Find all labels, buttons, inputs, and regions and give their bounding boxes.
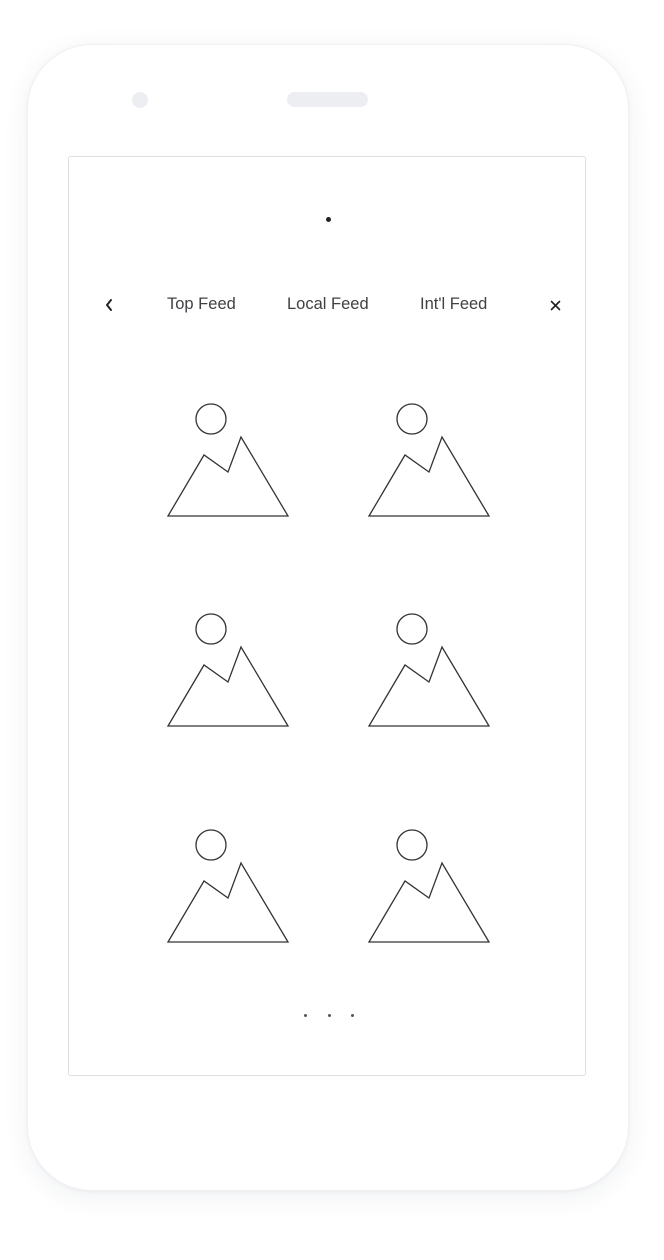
image-placeholder-icon	[166, 613, 290, 727]
image-placeholder-icon	[367, 403, 491, 517]
chevron-left-icon	[106, 299, 112, 311]
tab-local-feed[interactable]: Local Feed	[287, 293, 369, 315]
camera-dot	[132, 92, 148, 108]
pager-dot	[327, 1013, 331, 1017]
pager-dot	[304, 1013, 307, 1017]
phone-frame: Top Feed Local Feed Int'l Feed	[28, 45, 628, 1190]
status-dot	[326, 217, 331, 222]
gallery-item[interactable]	[367, 402, 492, 518]
gallery-item[interactable]	[166, 828, 291, 944]
image-placeholder-icon	[166, 403, 290, 517]
gallery-item[interactable]	[367, 612, 492, 728]
gallery-item[interactable]	[166, 612, 291, 728]
back-button[interactable]	[97, 290, 121, 320]
close-button[interactable]	[543, 290, 567, 320]
tab-top-feed[interactable]: Top Feed	[167, 293, 236, 315]
image-placeholder-icon	[166, 829, 290, 943]
image-placeholder-icon	[367, 829, 491, 943]
tab-intl-feed[interactable]: Int'l Feed	[420, 293, 487, 315]
image-placeholder-icon	[367, 613, 491, 727]
phone-screen: Top Feed Local Feed Int'l Feed	[68, 156, 586, 1076]
more-dots-icon[interactable]	[304, 1007, 354, 1023]
speaker-grille	[287, 92, 368, 107]
gallery-item[interactable]	[367, 828, 492, 944]
close-icon	[550, 300, 560, 310]
gallery-item[interactable]	[166, 402, 291, 518]
pager-dot	[351, 1013, 354, 1017]
